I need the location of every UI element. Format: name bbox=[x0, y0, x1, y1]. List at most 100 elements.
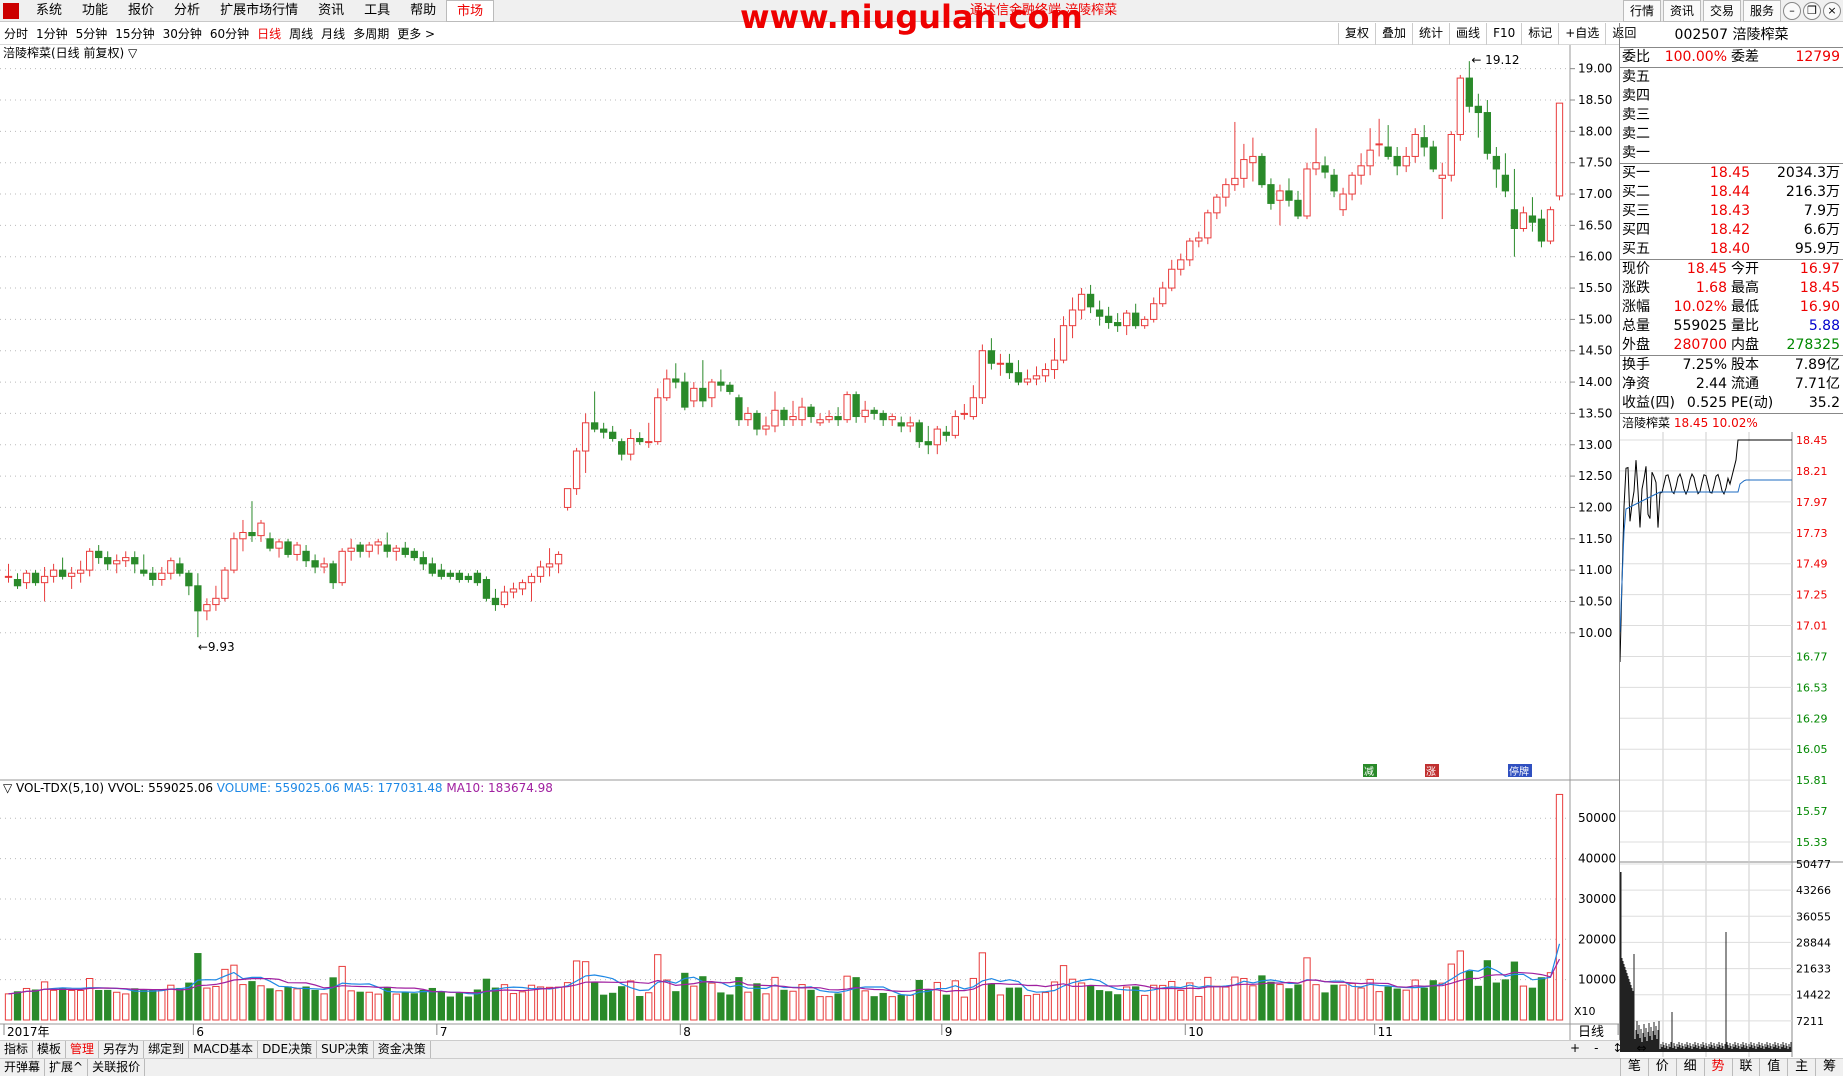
intraday-tick: 16.77 bbox=[1796, 650, 1828, 663]
bottom-tool-0[interactable]: 开弹幕 bbox=[0, 1059, 46, 1076]
intraday-chart[interactable]: 18.45 18.21 17.97 17.73 17.49 17.25 17.01 16.77… bbox=[1619, 432, 1843, 1057]
sell-row-3[interactable]: 卖二 bbox=[1620, 125, 1843, 144]
zoom-control-0[interactable]: + bbox=[1570, 1041, 1580, 1055]
volume-bar bbox=[446, 996, 455, 1021]
menu-item-5[interactable]: 资讯 bbox=[308, 0, 354, 22]
event-marker-0[interactable]: 减 bbox=[1363, 764, 1377, 778]
indicator-tab-7[interactable]: SUP决策 bbox=[317, 1041, 374, 1058]
indicator-tab-4[interactable]: 绑定到 bbox=[144, 1041, 190, 1058]
panel-tab-0[interactable]: 笔 bbox=[1620, 1058, 1648, 1076]
menu-item-3[interactable]: 分析 bbox=[164, 0, 210, 22]
tool-button-6[interactable]: +自选 bbox=[1558, 23, 1605, 45]
candle bbox=[1330, 168, 1338, 198]
period-8[interactable]: 月线 bbox=[317, 25, 349, 42]
panel-tab-1[interactable]: 价 bbox=[1647, 1058, 1676, 1076]
candle bbox=[690, 382, 698, 408]
panel-tab-7[interactable]: 筹 bbox=[1815, 1058, 1843, 1076]
intraday-tick: 17.97 bbox=[1796, 496, 1828, 509]
buy-row-4[interactable]: 买五 18.40 95.9万 bbox=[1620, 240, 1843, 259]
kline-chart-area[interactable]: 19.00 18.50 18.00 17.50 17.00 16.50 16.00 15.50… bbox=[0, 45, 1636, 1049]
sell-row-1[interactable]: 卖四 bbox=[1620, 87, 1843, 106]
volume-bar bbox=[915, 979, 923, 1021]
period-6[interactable]: 日线 bbox=[253, 25, 285, 42]
top-right-button-1[interactable]: 资讯 bbox=[1662, 0, 1701, 22]
menu-item-7[interactable]: 帮助 bbox=[400, 0, 446, 22]
buy-row-3[interactable]: 买四 18.42 6.6万 bbox=[1620, 221, 1843, 240]
indicator-tab-2[interactable]: 管理 bbox=[66, 1041, 100, 1058]
tool-button-5[interactable]: 标记 bbox=[1521, 23, 1558, 45]
indicator-tab-6[interactable]: DDE决策 bbox=[258, 1041, 318, 1058]
market-tab[interactable]: 市场 bbox=[446, 0, 495, 22]
candle bbox=[1483, 100, 1492, 160]
period-3[interactable]: 15分钟 bbox=[111, 25, 158, 42]
menu-item-0[interactable]: 系统 bbox=[26, 0, 72, 22]
buy-orders: 买一 18.45 2034.3万 买二 18.44 216.3万 买三 18.43 7.9万 买四… bbox=[1620, 164, 1843, 259]
panel-tab-2[interactable]: 细 bbox=[1675, 1058, 1704, 1076]
candle bbox=[717, 369, 725, 392]
intraday-vol-tick: 7211 bbox=[1796, 1015, 1824, 1028]
tool-button-1[interactable]: 叠加 bbox=[1375, 23, 1412, 45]
month-label: 8 bbox=[683, 1025, 691, 1039]
sell-row-4[interactable]: 卖一 bbox=[1620, 144, 1843, 163]
volume-bar bbox=[536, 986, 545, 1021]
period-2[interactable]: 5分钟 bbox=[72, 25, 112, 42]
top-right-button-2[interactable]: 交易 bbox=[1702, 0, 1741, 22]
sell-row-0[interactable]: 卖五 bbox=[1620, 68, 1843, 87]
candle bbox=[590, 391, 599, 433]
intraday-name: 涪陵榨菜 bbox=[1622, 416, 1671, 430]
intraday-tick: 17.01 bbox=[1796, 620, 1828, 633]
minimize-icon[interactable]: – bbox=[1783, 2, 1801, 20]
zoom-control-3[interactable]: ⇔ bbox=[1636, 1041, 1646, 1055]
panel-tab-5[interactable]: 值 bbox=[1759, 1058, 1787, 1076]
tool-button-4[interactable]: F10 bbox=[1486, 23, 1521, 45]
zoom-control-1[interactable]: - bbox=[1594, 1041, 1598, 1055]
period-0[interactable]: 分时 bbox=[0, 25, 32, 42]
period-4[interactable]: 30分钟 bbox=[159, 25, 206, 42]
tool-button-2[interactable]: 统计 bbox=[1412, 23, 1449, 45]
candle bbox=[1366, 128, 1374, 176]
buy-row-0[interactable]: 买一 18.45 2034.3万 bbox=[1620, 164, 1843, 183]
menu-item-1[interactable]: 功能 bbox=[72, 0, 118, 22]
volume-bar bbox=[491, 987, 500, 1021]
indicator-tab-1[interactable]: 模板 bbox=[33, 1041, 67, 1058]
menu-item-4[interactable]: 扩展市场行情 bbox=[210, 0, 308, 22]
panel-tab-4[interactable]: 联 bbox=[1731, 1058, 1760, 1076]
indicator-tab-5[interactable]: MACD基本 bbox=[189, 1041, 259, 1058]
close-icon[interactable]: × bbox=[1823, 2, 1841, 20]
candle bbox=[95, 545, 103, 564]
top-right-button-0[interactable]: 行情 bbox=[1622, 0, 1661, 22]
panel-tab-6[interactable]: 主 bbox=[1787, 1058, 1815, 1076]
buy-row-2[interactable]: 买三 18.43 7.9万 bbox=[1620, 202, 1843, 221]
menu-item-6[interactable]: 工具 bbox=[354, 0, 400, 22]
volume-bar bbox=[392, 993, 400, 1021]
zoom-control-2[interactable]: ↕ bbox=[1612, 1041, 1622, 1055]
event-marker-1[interactable]: 涨 bbox=[1425, 764, 1439, 778]
buy-row-1[interactable]: 买二 18.44 216.3万 bbox=[1620, 183, 1843, 202]
indicator-tab-8[interactable]: 资金决策 bbox=[374, 1041, 431, 1058]
event-marker-2[interactable]: 停牌 bbox=[1508, 764, 1532, 778]
candle bbox=[834, 407, 842, 426]
tool-button-0[interactable]: 复权 bbox=[1338, 23, 1375, 45]
period-5[interactable]: 60分钟 bbox=[206, 25, 253, 42]
menu-item-2[interactable]: 报价 bbox=[118, 0, 164, 22]
volume-tick: 30000 bbox=[1578, 892, 1616, 906]
candle bbox=[1095, 300, 1104, 326]
kline-svg[interactable]: 19.00 18.50 18.00 17.50 17.00 16.50 16.00 15.50… bbox=[0, 45, 1636, 1049]
sell-row-2[interactable]: 卖三 bbox=[1620, 106, 1843, 125]
period-9[interactable]: 多周期 bbox=[349, 25, 393, 42]
restore-icon[interactable]: ❐ bbox=[1803, 2, 1821, 20]
volume-bar bbox=[257, 985, 265, 1021]
period-7[interactable]: 周线 bbox=[285, 25, 317, 42]
candle bbox=[464, 573, 473, 583]
volume-bar bbox=[1204, 976, 1212, 1021]
top-right-button-3[interactable]: 服务 bbox=[1742, 0, 1781, 22]
indicator-tab-3[interactable]: 另存为 bbox=[99, 1041, 145, 1058]
bottom-tool-1[interactable]: 扩展^ bbox=[45, 1059, 89, 1076]
panel-tab-3[interactable]: 势 bbox=[1703, 1058, 1732, 1076]
volume-bar bbox=[599, 994, 608, 1021]
indicator-tab-0[interactable]: 指标 bbox=[0, 1041, 34, 1058]
tool-button-3[interactable]: 画线 bbox=[1449, 23, 1486, 45]
bottom-tool-2[interactable]: 关联报价 bbox=[88, 1059, 146, 1076]
period-10[interactable]: 更多 > bbox=[393, 25, 439, 42]
period-1[interactable]: 1分钟 bbox=[32, 25, 72, 42]
